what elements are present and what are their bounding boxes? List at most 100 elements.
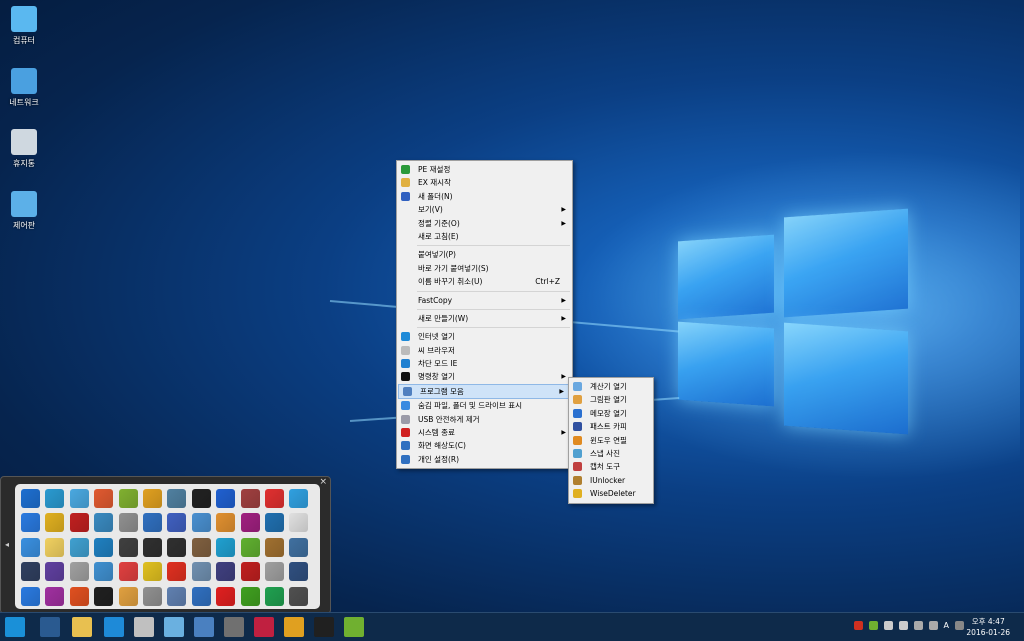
menu-item[interactable]: 시스템 종료 ▶ (397, 426, 572, 439)
menu-item[interactable]: 메모장 열기 (569, 407, 653, 420)
launcher-app-icon[interactable] (142, 513, 162, 533)
tray-ime-indicator[interactable]: A (944, 621, 949, 630)
launcher-app-icon[interactable] (289, 513, 309, 533)
taskbar-file-explorer-icon[interactable] (72, 617, 92, 637)
launcher-app-icon[interactable] (264, 586, 284, 606)
launcher-app-icon[interactable] (240, 489, 260, 508)
launcher-app-icon[interactable] (142, 586, 162, 606)
launcher-app-icon[interactable] (264, 562, 284, 582)
launcher-app-icon[interactable] (118, 537, 138, 557)
launcher-app-icon[interactable] (289, 537, 309, 557)
launcher-app-icon[interactable] (69, 586, 89, 606)
launcher-app-icon[interactable] (69, 489, 89, 508)
launcher-app-icon[interactable] (264, 513, 284, 533)
launcher-app-icon[interactable] (167, 537, 187, 557)
launcher-app-icon[interactable] (167, 513, 187, 533)
launcher-app-icon[interactable] (216, 513, 236, 533)
launcher-app-icon[interactable] (191, 513, 211, 533)
tray-flag-icon[interactable] (853, 621, 863, 630)
launcher-app-icon[interactable] (240, 586, 260, 606)
launcher-app-icon[interactable] (142, 562, 162, 582)
menu-item[interactable]: 붙여넣기(P) (397, 248, 572, 261)
launcher-app-icon[interactable] (94, 562, 114, 582)
collapse-handle[interactable]: ◂ (1, 485, 13, 605)
launcher-app-icon[interactable] (289, 562, 309, 582)
launcher-app-icon[interactable] (142, 537, 162, 557)
menu-item[interactable]: 정렬 기준(O) ▶ (397, 217, 572, 230)
menu-item[interactable]: 패스트 카피 (569, 420, 653, 433)
clock[interactable]: 오후 4:47 2016-01-26 (966, 616, 1010, 638)
menu-item[interactable]: 개인 설정(R) (397, 453, 572, 466)
menu-item[interactable]: 보기(V) ▶ (397, 203, 572, 216)
menu-item[interactable]: 씨 브라우저 (397, 344, 572, 357)
launcher-app-icon[interactable] (94, 489, 114, 508)
launcher-app-icon[interactable] (289, 489, 309, 508)
menu-item[interactable]: EX 재시작 (397, 176, 572, 189)
taskbar-leaf-icon[interactable] (344, 617, 364, 637)
menu-item[interactable]: 프로그램 모음 ▶ (398, 383, 571, 400)
launcher-app-icon[interactable] (191, 489, 211, 508)
launcher-app-icon[interactable] (21, 562, 40, 582)
launcher-app-icon[interactable] (94, 513, 114, 533)
launcher-app-icon[interactable] (142, 489, 162, 508)
launcher-app-icon[interactable] (45, 513, 65, 533)
menu-item[interactable]: 새로 고침(E) (397, 230, 572, 243)
launcher-app-icon[interactable] (216, 586, 236, 606)
menu-item[interactable]: 새로 만들기(W) ▶ (397, 312, 572, 325)
taskbar-color-icon[interactable] (284, 617, 304, 637)
menu-item[interactable]: 차단 모드 IE (397, 357, 572, 370)
launcher-app-icon[interactable] (118, 513, 138, 533)
menu-item[interactable]: 바로 가기 붙여넣기(S) (397, 262, 572, 275)
launcher-app-icon[interactable] (240, 513, 260, 533)
taskbar-tool-icon[interactable] (224, 617, 244, 637)
launcher-app-icon[interactable] (118, 586, 138, 606)
launcher-app-icon[interactable] (191, 537, 211, 557)
launcher-app-icon[interactable] (167, 586, 187, 606)
launcher-app-icon[interactable] (289, 586, 309, 606)
launcher-app-icon[interactable] (45, 586, 65, 606)
launcher-app-icon[interactable] (94, 586, 114, 606)
menu-item[interactable]: 캡처 도구 (569, 460, 653, 473)
launcher-app-icon[interactable] (21, 513, 40, 533)
taskbar-magnifier-icon[interactable] (134, 617, 154, 637)
desktop-icon-computer[interactable]: 컴퓨터 (0, 6, 48, 46)
desktop-icon-recycle-bin[interactable]: 휴지통 (0, 129, 48, 169)
menu-item[interactable]: IUnlocker (569, 474, 653, 487)
launcher-app-icon[interactable] (167, 562, 187, 582)
taskbar-window-icon[interactable] (40, 617, 60, 637)
launcher-app-icon[interactable] (167, 489, 187, 508)
launcher-app-icon[interactable] (21, 489, 40, 508)
menu-item[interactable]: FastCopy ▶ (397, 294, 572, 307)
menu-item[interactable]: PE 재설정 (397, 163, 572, 176)
menu-item[interactable]: 화면 해상도(C) (397, 439, 572, 452)
taskbar-start-icon[interactable] (5, 617, 25, 637)
menu-item[interactable]: 인터넷 열기 (397, 330, 572, 343)
launcher-app-icon[interactable] (240, 562, 260, 582)
menu-item[interactable]: 스냅 사진 (569, 447, 653, 460)
menu-item[interactable]: 명령창 열기 ▶ (397, 370, 572, 383)
tray-usb-icon[interactable] (928, 621, 938, 630)
tray-network-icon[interactable] (883, 621, 893, 630)
launcher-app-icon[interactable] (191, 562, 211, 582)
menu-item[interactable]: 새 폴더(N) (397, 190, 572, 203)
close-icon[interactable]: × (319, 477, 327, 487)
taskbar-display-icon[interactable] (194, 617, 214, 637)
launcher-app-icon[interactable] (191, 586, 211, 606)
menu-item[interactable]: WiseDeleter (569, 487, 653, 500)
launcher-app-icon[interactable] (45, 489, 65, 508)
launcher-app-icon[interactable] (264, 489, 284, 508)
launcher-app-icon[interactable] (45, 537, 65, 557)
desktop-icon-control-panel[interactable]: 제어판 (0, 191, 48, 231)
menu-item[interactable]: 그림판 열기 (569, 393, 653, 406)
menu-item[interactable]: 이름 바꾸기 취소(U) Ctrl+Z (397, 275, 572, 288)
launcher-app-icon[interactable] (69, 537, 89, 557)
menu-item[interactable]: 숨김 파일, 폴더 및 드라이브 표시 (397, 399, 572, 412)
launcher-app-icon[interactable] (216, 562, 236, 582)
tray-volume-icon[interactable] (898, 621, 908, 630)
taskbar-network-icon[interactable] (254, 617, 274, 637)
menu-item[interactable]: 계산기 열기 (569, 380, 653, 393)
taskbar-ie-icon[interactable] (104, 617, 124, 637)
tray-language-icon[interactable] (955, 621, 964, 630)
launcher-app-icon[interactable] (118, 562, 138, 582)
tray-leaf-icon[interactable] (868, 621, 878, 630)
